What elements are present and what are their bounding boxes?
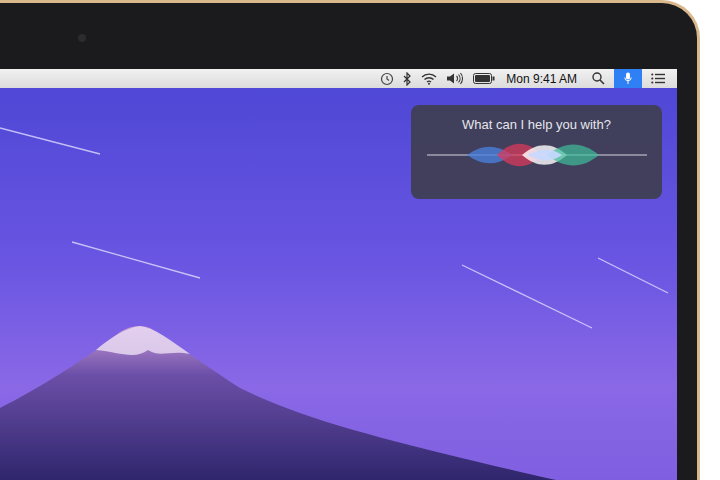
notification-list-icon[interactable] [651,73,665,84]
wifi-icon[interactable] [421,72,437,85]
laptop-frame: Mon 9:41 AM Wha [0,0,700,480]
battery-icon[interactable] [473,73,495,84]
desktop-wallpaper: What can I help you with? [0,88,677,480]
siri-waveform-icon [427,138,647,172]
camera-icon [78,34,86,42]
bluetooth-icon[interactable] [403,72,412,86]
clock[interactable]: Mon 9:41 AM [506,72,577,86]
siri-prompt: What can I help you with? [462,117,611,132]
siri-panel: What can I help you with? [411,105,662,199]
screen: Mon 9:41 AM Wha [0,69,677,480]
time-machine-icon[interactable] [380,72,394,86]
volume-icon[interactable] [446,72,464,85]
microphone-icon [624,72,632,85]
search-icon[interactable] [592,72,605,85]
siri-button[interactable] [614,69,642,88]
menu-bar: Mon 9:41 AM [0,69,677,88]
